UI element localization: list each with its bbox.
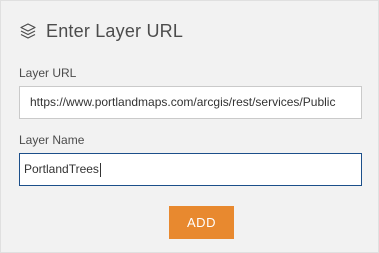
add-layer-panel: Enter Layer URL Layer URL https://www.po… xyxy=(0,0,379,253)
add-button[interactable]: ADD xyxy=(169,206,234,239)
panel-title: Enter Layer URL xyxy=(46,20,184,41)
layer-url-label: Layer URL xyxy=(19,66,77,80)
layers-icon xyxy=(19,22,37,40)
layer-url-value: https://www.portlandmaps.com/arcgis/rest… xyxy=(30,95,336,109)
layer-name-input[interactable]: PortlandTrees xyxy=(19,153,362,186)
panel-header: Enter Layer URL xyxy=(19,19,183,43)
text-cursor xyxy=(99,162,101,177)
layer-name-value: PortlandTrees xyxy=(24,162,99,176)
layer-name-label: Layer Name xyxy=(19,133,85,147)
layer-url-input[interactable]: https://www.portlandmaps.com/arcgis/rest… xyxy=(19,86,362,119)
